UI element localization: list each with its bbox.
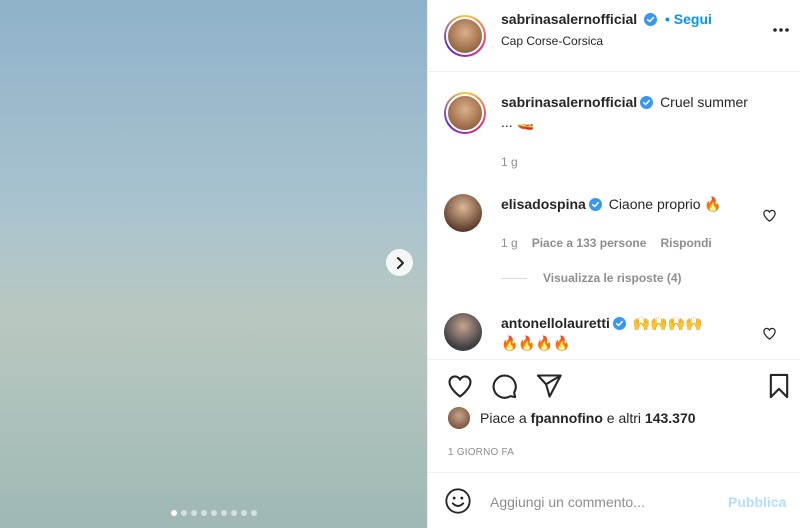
comment-body: Ciaone proprio 🔥 <box>608 196 722 212</box>
save-bookmark-icon[interactable] <box>765 372 793 400</box>
comment-text: elisadospina Ciaone proprio 🔥 <box>501 194 771 214</box>
carousel-dot <box>220 510 227 516</box>
caption-meta: 1 g <box>501 155 518 169</box>
more-options-icon[interactable] <box>771 20 791 40</box>
caption-text: sabrinasalernofficial Cruel summer ... 🚤 <box>501 92 771 132</box>
view-replies-button[interactable]: Visualizza le risposte (4) <box>501 271 682 285</box>
carousel-dot <box>230 510 237 516</box>
carousel-dot <box>190 510 197 516</box>
comment-body: 🙌🙌🙌🙌 <box>632 315 703 331</box>
carousel-dot <box>240 510 247 516</box>
caption-avatar[interactable] <box>444 92 486 134</box>
add-comment-bar: Pubblica <box>428 472 800 528</box>
view-replies-label[interactable]: Visualizza le risposte (4) <box>543 271 682 285</box>
carousel-dot <box>180 510 187 516</box>
comment-avatar[interactable] <box>444 194 482 232</box>
verified-badge-icon <box>612 317 626 330</box>
likes-middle: e altri <box>602 410 645 426</box>
carousel-dot <box>250 510 257 516</box>
caption-time: 1 g <box>501 155 518 169</box>
comment-meta: 1 g Piace a 133 persone Rispondi <box>501 236 712 250</box>
comment-text: antonellolauretti 🙌🙌🙌🙌 🔥🔥🔥🔥 <box>501 313 771 353</box>
caption-username[interactable]: sabrinasalernofficial <box>501 94 637 110</box>
carousel-dot <box>170 510 177 516</box>
media-placeholder <box>0 0 427 528</box>
verified-badge-icon <box>644 13 658 26</box>
comment-bubble-icon[interactable] <box>490 372 518 400</box>
chevron-right-icon <box>396 256 404 269</box>
carousel-dot <box>210 510 217 516</box>
likes-prefix: Piace a <box>480 410 531 426</box>
comment-avatar[interactable] <box>444 313 482 351</box>
next-slide-button[interactable] <box>386 249 413 276</box>
replies-divider <box>501 277 527 279</box>
liker-avatar[interactable] <box>448 407 470 429</box>
publish-button[interactable]: Pubblica <box>728 494 786 510</box>
post-timestamp[interactable]: 1 GIORNO FA <box>448 447 514 458</box>
author-username-row[interactable]: sabrinasalernofficial <box>501 11 658 27</box>
post-header: sabrinasalernofficial • Segui Cap Corse-… <box>428 0 800 72</box>
comment-username[interactable]: antonellolauretti <box>501 315 610 331</box>
likes-count[interactable]: 143.370 <box>645 410 696 426</box>
carousel-dots <box>0 510 427 516</box>
comment-username[interactable]: elisadospina <box>501 196 586 212</box>
caption-body: Cruel summer <box>660 94 748 110</box>
post-actions <box>428 359 800 407</box>
post-location[interactable]: Cap Corse-Corsica <box>501 34 603 48</box>
author-avatar[interactable] <box>444 15 486 57</box>
likes-text: Piace a fpannofino e altri 143.370 <box>480 410 696 426</box>
follow-button[interactable]: • Segui <box>665 11 712 27</box>
caption-body-2: ... 🚤 <box>501 114 534 130</box>
emoji-icon[interactable] <box>444 487 472 515</box>
like-comment-heart-icon[interactable] <box>762 326 777 341</box>
verified-badge-icon <box>640 96 654 109</box>
likes-summary: Piace a fpannofino e altri 143.370 <box>448 407 696 429</box>
author-username[interactable]: sabrinasalernofficial <box>501 11 637 27</box>
comments-list[interactable]: sabrinasalernofficial Cruel summer ... 🚤… <box>428 73 800 359</box>
carousel-dot <box>200 510 207 516</box>
share-paper-plane-icon[interactable] <box>535 372 563 400</box>
post-media[interactable] <box>0 0 427 528</box>
comment-time: 1 g <box>501 236 518 250</box>
caption: sabrinasalernofficial Cruel summer ... 🚤… <box>444 92 789 182</box>
comment-body-2: 🔥🔥🔥🔥 <box>501 335 571 351</box>
comment-input[interactable] <box>490 491 720 513</box>
comment-likes-link[interactable]: Piace a 133 persone <box>532 236 647 250</box>
like-heart-icon[interactable] <box>446 372 474 400</box>
verified-badge-icon <box>588 198 602 211</box>
comment-item: antonellolauretti 🙌🙌🙌🙌 🔥🔥🔥🔥 <box>444 313 789 359</box>
liker-username[interactable]: fpannofino <box>531 410 603 426</box>
reply-button[interactable]: Rispondi <box>660 236 711 250</box>
like-comment-heart-icon[interactable] <box>762 208 777 223</box>
post-panel: sabrinasalernofficial • Segui Cap Corse-… <box>427 0 800 528</box>
